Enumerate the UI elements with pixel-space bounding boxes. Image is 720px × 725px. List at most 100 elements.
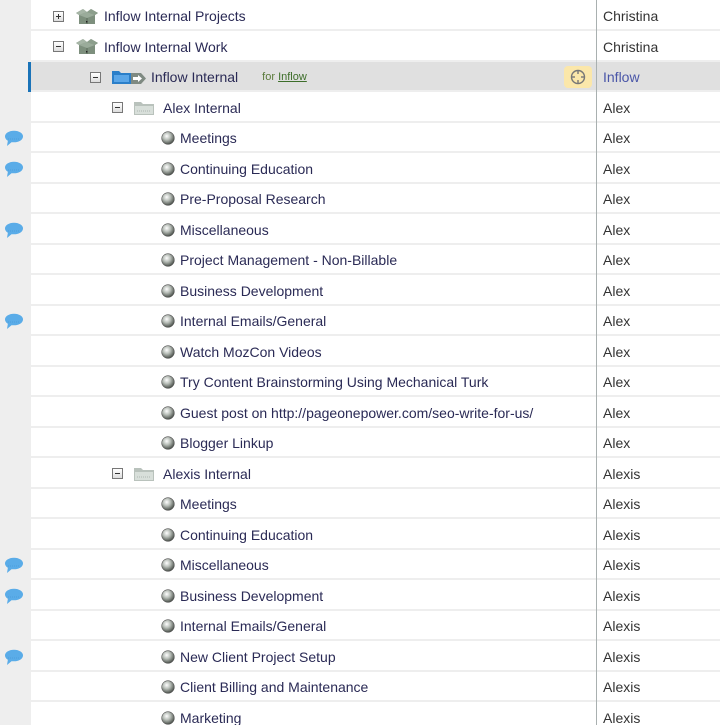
collapse-toggle[interactable] (112, 468, 123, 479)
row-label[interactable]: Business Development (180, 283, 323, 299)
comment-icon[interactable] (4, 161, 24, 178)
row-label[interactable]: Guest post on http://pageonepower.com/se… (180, 405, 533, 421)
row-label[interactable]: New Client Project Setup (180, 649, 336, 665)
owner-cell[interactable]: Alex (597, 276, 720, 306)
task-row[interactable]: Business Development Alexis (0, 581, 720, 612)
row-name-cell[interactable]: New Client Project Setup (31, 642, 596, 672)
row-name-cell[interactable]: Alexis Internal (31, 459, 596, 489)
row-label[interactable]: Try Content Brainstorming Using Mechanic… (180, 374, 488, 390)
row-name-cell[interactable]: Marketing (31, 703, 596, 725)
row-label[interactable]: Internal Emails/General (180, 313, 326, 329)
owner-cell[interactable]: Alexis (597, 611, 720, 641)
owner-cell[interactable]: Alex (597, 154, 720, 184)
owner-cell[interactable]: Alex (597, 306, 720, 336)
task-row[interactable]: Internal Emails/General Alexis (0, 611, 720, 642)
row-name-cell[interactable]: Watch MozCon Videos (31, 337, 596, 367)
task-row[interactable]: Watch MozCon Videos Alex (0, 337, 720, 368)
row-label[interactable]: Business Development (180, 588, 323, 604)
owner-cell[interactable]: Christina (597, 32, 720, 62)
task-row[interactable]: Continuing Education Alexis (0, 520, 720, 551)
owner-cell[interactable]: Alex (597, 367, 720, 397)
owner-cell[interactable]: Alex (597, 93, 720, 123)
row-name-cell[interactable]: Client Billing and Maintenance (31, 672, 596, 702)
collapse-toggle[interactable] (112, 102, 123, 113)
row-name-cell[interactable]: Alex Internal (31, 93, 596, 123)
task-row[interactable]: Miscellaneous Alex (0, 215, 720, 246)
column-divider[interactable] (596, 0, 597, 725)
row-name-cell[interactable]: Guest post on http://pageonepower.com/se… (31, 398, 596, 428)
task-row[interactable]: New Client Project Setup Alexis (0, 642, 720, 673)
task-row[interactable]: Continuing Education Alex (0, 154, 720, 185)
client-project-row[interactable]: Inflow Internal for Inflow Inflow (0, 62, 720, 93)
owner-cell[interactable]: Alexis (597, 520, 720, 550)
task-row[interactable]: Meetings Alex (0, 123, 720, 154)
task-row[interactable]: Project Management - Non-Billable Alex (0, 245, 720, 276)
owner-cell[interactable]: Alexis (597, 459, 720, 489)
owner-cell[interactable]: Alexis (597, 550, 720, 580)
row-label[interactable]: Inflow Internal Work (104, 39, 227, 55)
row-name-cell[interactable]: Pre-Proposal Research (31, 184, 596, 214)
row-name-cell[interactable]: Business Development (31, 276, 596, 306)
row-label[interactable]: Watch MozCon Videos (180, 344, 322, 360)
row-label[interactable]: Inflow Internal Projects (104, 8, 246, 24)
row-label[interactable]: Internal Emails/General (180, 618, 326, 634)
row-name-cell[interactable]: Meetings (31, 489, 596, 519)
owner-cell[interactable]: Alex (597, 428, 720, 458)
row-label[interactable]: Marketing (180, 710, 241, 725)
owner-cell[interactable]: Inflow (597, 62, 720, 92)
row-name-cell[interactable]: Try Content Brainstorming Using Mechanic… (31, 367, 596, 397)
comment-icon[interactable] (4, 130, 24, 147)
owner-cell[interactable]: Christina (597, 1, 720, 31)
row-name-cell[interactable]: Miscellaneous (31, 215, 596, 245)
task-row[interactable]: Blogger Linkup Alex (0, 428, 720, 459)
row-name-cell[interactable]: Inflow Internal Projects (31, 1, 596, 31)
folder-row[interactable]: Alex Internal Alex (0, 93, 720, 124)
row-label[interactable]: Miscellaneous (180, 557, 269, 573)
row-label[interactable]: Meetings (180, 496, 237, 512)
row-label[interactable]: Blogger Linkup (180, 435, 273, 451)
task-row[interactable]: Internal Emails/General Alex (0, 306, 720, 337)
collapse-toggle[interactable] (53, 41, 64, 52)
comment-icon[interactable] (4, 557, 24, 574)
row-label[interactable]: Inflow Internal (151, 69, 238, 85)
row-label[interactable]: Meetings (180, 130, 237, 146)
row-label[interactable]: Alex Internal (163, 100, 241, 116)
comment-icon[interactable] (4, 649, 24, 666)
row-name-cell[interactable]: Blogger Linkup (31, 428, 596, 458)
collapse-toggle[interactable] (90, 71, 101, 83)
owner-cell[interactable]: Alexis (597, 642, 720, 672)
row-label[interactable]: Alexis Internal (163, 466, 251, 482)
owner-cell[interactable]: Alexis (597, 489, 720, 519)
row-label[interactable]: Miscellaneous (180, 222, 269, 238)
row-label[interactable]: Continuing Education (180, 527, 313, 543)
owner-cell[interactable]: Alex (597, 184, 720, 214)
task-row[interactable]: Business Development Alex (0, 276, 720, 307)
project-group-row[interactable]: Inflow Internal Work Christina (0, 32, 720, 63)
row-label[interactable]: Project Management - Non-Billable (180, 252, 397, 268)
comment-icon[interactable] (4, 313, 24, 330)
task-row[interactable]: Client Billing and Maintenance Alexis (0, 672, 720, 703)
task-row[interactable]: Guest post on http://pageonepower.com/se… (0, 398, 720, 429)
owner-cell[interactable]: Alexis (597, 672, 720, 702)
task-row[interactable]: Marketing Alexis (0, 703, 720, 725)
row-name-cell[interactable]: Internal Emails/General (31, 611, 596, 641)
row-label[interactable]: Continuing Education (180, 161, 313, 177)
folder-row[interactable]: Alexis Internal Alexis (0, 459, 720, 490)
task-row[interactable]: Try Content Brainstorming Using Mechanic… (0, 367, 720, 398)
target-button[interactable] (564, 66, 592, 88)
comment-icon[interactable] (4, 588, 24, 605)
row-name-cell[interactable]: Project Management - Non-Billable (31, 245, 596, 275)
row-name-cell[interactable]: Miscellaneous (31, 550, 596, 580)
project-group-row[interactable]: Inflow Internal Projects Christina (0, 1, 720, 32)
owner-cell[interactable]: Alex (597, 123, 720, 153)
row-name-cell[interactable]: Continuing Education (31, 520, 596, 550)
owner-cell[interactable]: Alex (597, 245, 720, 275)
row-name-cell[interactable]: Continuing Education (31, 154, 596, 184)
row-name-cell[interactable]: Inflow Internal for Inflow (31, 62, 596, 92)
owner-cell[interactable]: Alexis (597, 581, 720, 611)
row-name-cell[interactable]: Business Development (31, 581, 596, 611)
row-label[interactable]: Client Billing and Maintenance (180, 679, 368, 695)
owner-cell[interactable]: Alex (597, 215, 720, 245)
task-row[interactable]: Miscellaneous Alexis (0, 550, 720, 581)
row-name-cell[interactable]: Meetings (31, 123, 596, 153)
